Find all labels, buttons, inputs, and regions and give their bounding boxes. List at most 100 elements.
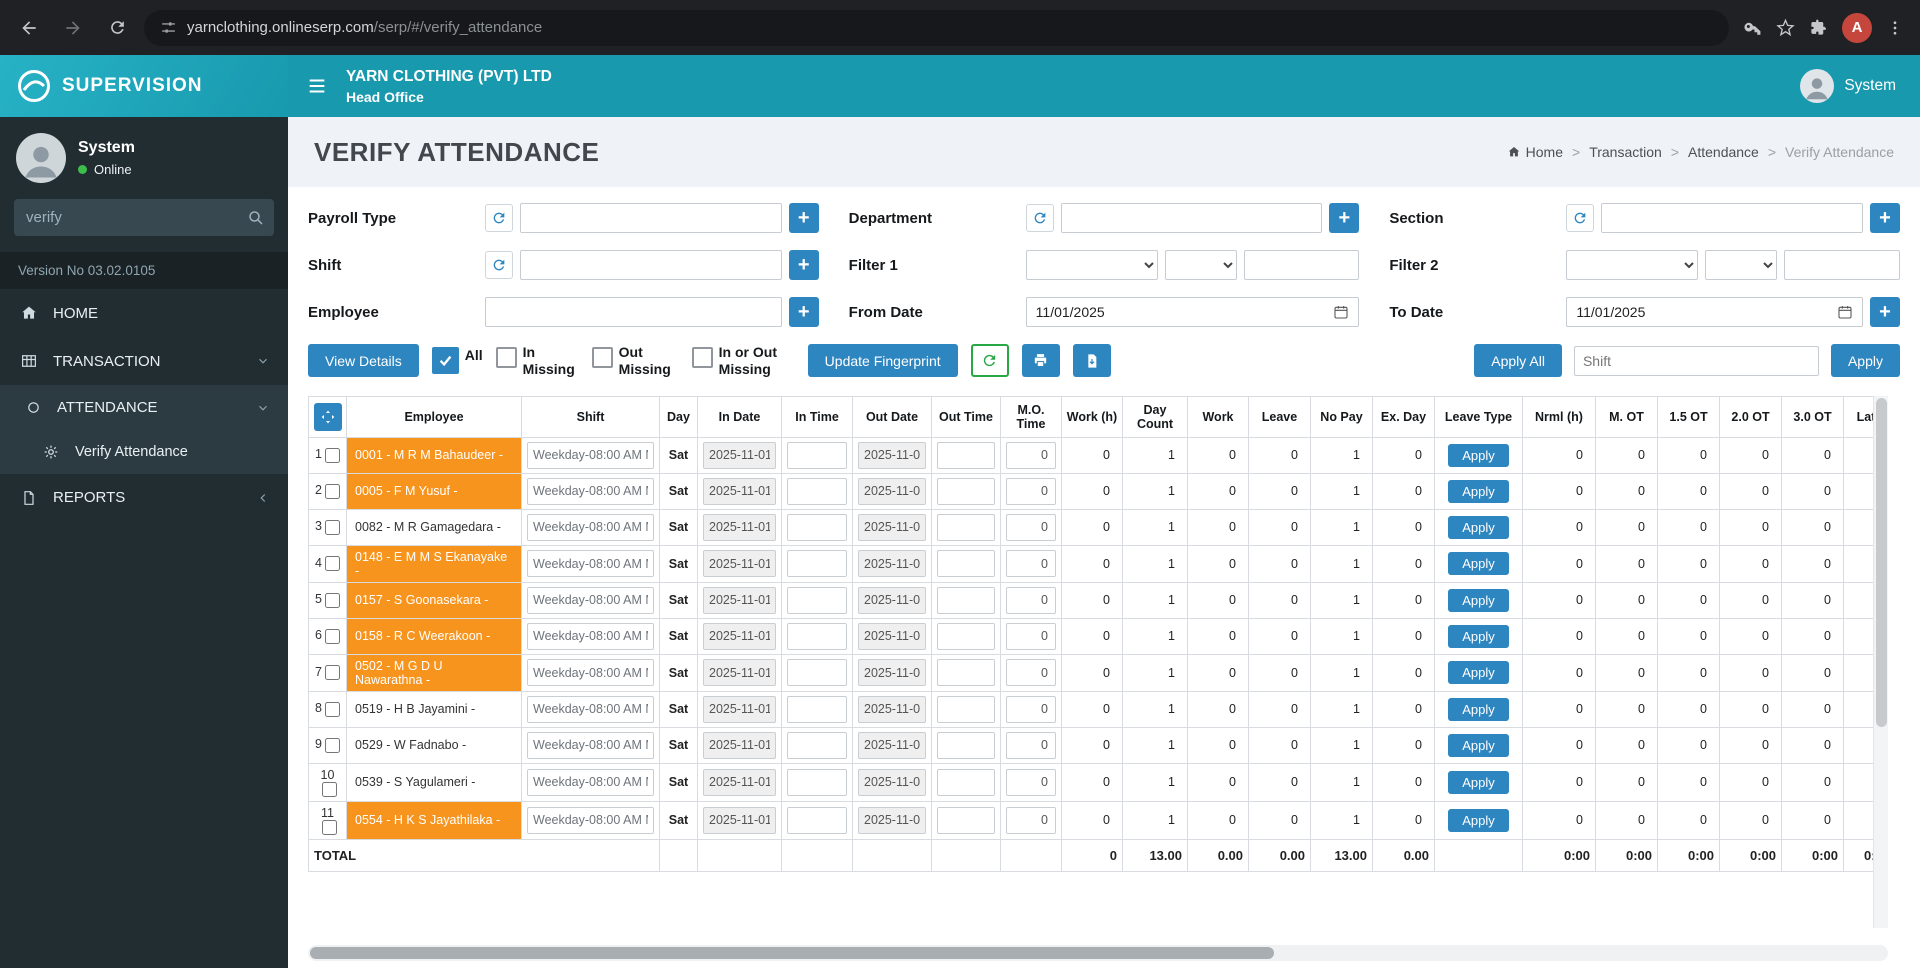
mo-time-input[interactable] bbox=[1006, 806, 1056, 834]
department-add-button[interactable]: + bbox=[1329, 203, 1360, 233]
shift-input[interactable] bbox=[527, 659, 654, 687]
print-button[interactable] bbox=[1021, 344, 1060, 378]
row-checkbox[interactable] bbox=[321, 820, 337, 835]
out-time-input[interactable] bbox=[937, 659, 995, 687]
sidebar-search-input[interactable] bbox=[14, 199, 237, 236]
row-checkbox[interactable] bbox=[324, 665, 340, 681]
to-date-input[interactable]: 11/01/2025 bbox=[1566, 297, 1863, 327]
shift-input[interactable] bbox=[527, 550, 654, 578]
section-input[interactable] bbox=[1601, 203, 1863, 233]
in-time-input[interactable] bbox=[787, 441, 847, 469]
out-date-input[interactable] bbox=[858, 806, 926, 834]
leave-apply-button[interactable]: Apply bbox=[1448, 808, 1509, 832]
view-details-button[interactable]: View Details bbox=[308, 344, 419, 378]
in-date-input[interactable] bbox=[703, 513, 776, 541]
in-time-input[interactable] bbox=[787, 806, 847, 834]
filter2-value-input[interactable] bbox=[1784, 250, 1900, 280]
filter1-field-select[interactable] bbox=[1025, 250, 1158, 280]
refresh-table-button[interactable] bbox=[970, 344, 1009, 378]
section-add-button[interactable]: + bbox=[1869, 203, 1900, 233]
sidebar-item-transaction[interactable]: TRANSACTION bbox=[0, 337, 288, 385]
shift-input[interactable] bbox=[527, 731, 654, 759]
out-date-input[interactable] bbox=[858, 477, 926, 505]
department-refresh-button[interactable] bbox=[1025, 204, 1054, 232]
sidebar-item-attendance[interactable]: ATTENDANCE bbox=[0, 385, 288, 430]
row-checkbox[interactable] bbox=[324, 701, 340, 717]
out-time-input[interactable] bbox=[937, 768, 995, 796]
table-vertical-scrollbar[interactable] bbox=[1873, 395, 1888, 928]
leave-apply-button[interactable]: Apply bbox=[1448, 515, 1509, 539]
shift-refresh-button[interactable] bbox=[485, 251, 513, 279]
in-date-input[interactable] bbox=[703, 695, 776, 723]
calendar-icon[interactable] bbox=[1837, 304, 1853, 320]
out-time-input[interactable] bbox=[937, 731, 995, 759]
bookmark-star-icon[interactable] bbox=[1776, 18, 1795, 37]
department-input[interactable] bbox=[1060, 203, 1323, 233]
shift-input[interactable] bbox=[527, 513, 654, 541]
sidebar-item-reports[interactable]: REPORTS bbox=[0, 474, 288, 521]
employee-add-button[interactable]: + bbox=[788, 297, 819, 327]
leave-apply-button[interactable]: Apply bbox=[1448, 479, 1509, 503]
leave-apply-button[interactable]: Apply bbox=[1448, 443, 1509, 467]
shift-input[interactable] bbox=[527, 768, 654, 796]
in-date-input[interactable] bbox=[703, 659, 776, 687]
in-date-input[interactable] bbox=[703, 622, 776, 650]
leave-apply-button[interactable]: Apply bbox=[1448, 733, 1509, 757]
breadcrumb-home[interactable]: Home bbox=[1507, 144, 1563, 160]
in-date-input[interactable] bbox=[703, 477, 776, 505]
filter2-field-select[interactable] bbox=[1566, 250, 1699, 280]
hamburger-menu-icon[interactable] bbox=[288, 55, 346, 117]
leave-apply-button[interactable]: Apply bbox=[1448, 552, 1509, 576]
leave-apply-button[interactable]: Apply bbox=[1448, 697, 1509, 721]
browser-forward-button[interactable] bbox=[56, 11, 90, 45]
mo-time-input[interactable] bbox=[1006, 622, 1056, 650]
leave-apply-button[interactable]: Apply bbox=[1448, 661, 1509, 685]
vertical-scrollbar-thumb[interactable] bbox=[1876, 397, 1887, 728]
horizontal-scrollbar[interactable] bbox=[308, 945, 1888, 961]
payroll-type-refresh-button[interactable] bbox=[485, 204, 513, 232]
sidebar-search-button[interactable] bbox=[237, 199, 274, 236]
out-time-input[interactable] bbox=[937, 477, 995, 505]
row-checkbox[interactable] bbox=[324, 592, 340, 608]
in-date-input[interactable] bbox=[703, 768, 776, 796]
out-missing-checkbox[interactable] bbox=[591, 347, 613, 368]
leave-apply-button[interactable]: Apply bbox=[1448, 624, 1509, 648]
mo-time-input[interactable] bbox=[1006, 731, 1056, 759]
topbar-user-menu[interactable]: System bbox=[1800, 69, 1920, 103]
row-checkbox[interactable] bbox=[324, 737, 340, 753]
in-missing-checkbox[interactable] bbox=[495, 347, 517, 368]
row-checkbox[interactable] bbox=[324, 483, 340, 499]
row-checkbox[interactable] bbox=[324, 447, 340, 463]
payroll-type-add-button[interactable]: + bbox=[788, 203, 819, 233]
out-time-input[interactable] bbox=[937, 695, 995, 723]
apply-shift-input[interactable] bbox=[1573, 345, 1819, 376]
in-date-input[interactable] bbox=[703, 586, 776, 614]
out-time-input[interactable] bbox=[937, 622, 995, 650]
filter1-value-input[interactable] bbox=[1243, 250, 1360, 280]
out-date-input[interactable] bbox=[858, 622, 926, 650]
calendar-icon[interactable] bbox=[1333, 304, 1349, 320]
shift-input[interactable] bbox=[527, 441, 654, 469]
leave-apply-button[interactable]: Apply bbox=[1448, 770, 1509, 794]
out-time-input[interactable] bbox=[937, 586, 995, 614]
in-time-input[interactable] bbox=[787, 477, 847, 505]
breadcrumb-attendance[interactable]: Attendance bbox=[1688, 144, 1759, 160]
horizontal-scrollbar-thumb[interactable] bbox=[310, 947, 1274, 959]
shift-input[interactable] bbox=[527, 695, 654, 723]
browser-reload-button[interactable] bbox=[100, 11, 134, 45]
mo-time-input[interactable] bbox=[1006, 695, 1056, 723]
mo-time-input[interactable] bbox=[1006, 659, 1056, 687]
shift-add-button[interactable]: + bbox=[788, 250, 819, 280]
row-checkbox[interactable] bbox=[321, 781, 337, 797]
expand-selection-button[interactable] bbox=[313, 402, 342, 431]
extensions-puzzle-icon[interactable] bbox=[1809, 18, 1828, 37]
from-date-input[interactable]: 11/01/2025 bbox=[1025, 297, 1360, 327]
browser-profile-avatar[interactable]: A bbox=[1842, 12, 1872, 43]
out-time-input[interactable] bbox=[937, 550, 995, 578]
mo-time-input[interactable] bbox=[1006, 768, 1056, 796]
out-time-input[interactable] bbox=[937, 806, 995, 834]
section-refresh-button[interactable] bbox=[1566, 204, 1595, 232]
export-button[interactable] bbox=[1072, 344, 1111, 378]
out-date-input[interactable] bbox=[858, 513, 926, 541]
apply-all-button[interactable]: Apply All bbox=[1474, 344, 1562, 378]
